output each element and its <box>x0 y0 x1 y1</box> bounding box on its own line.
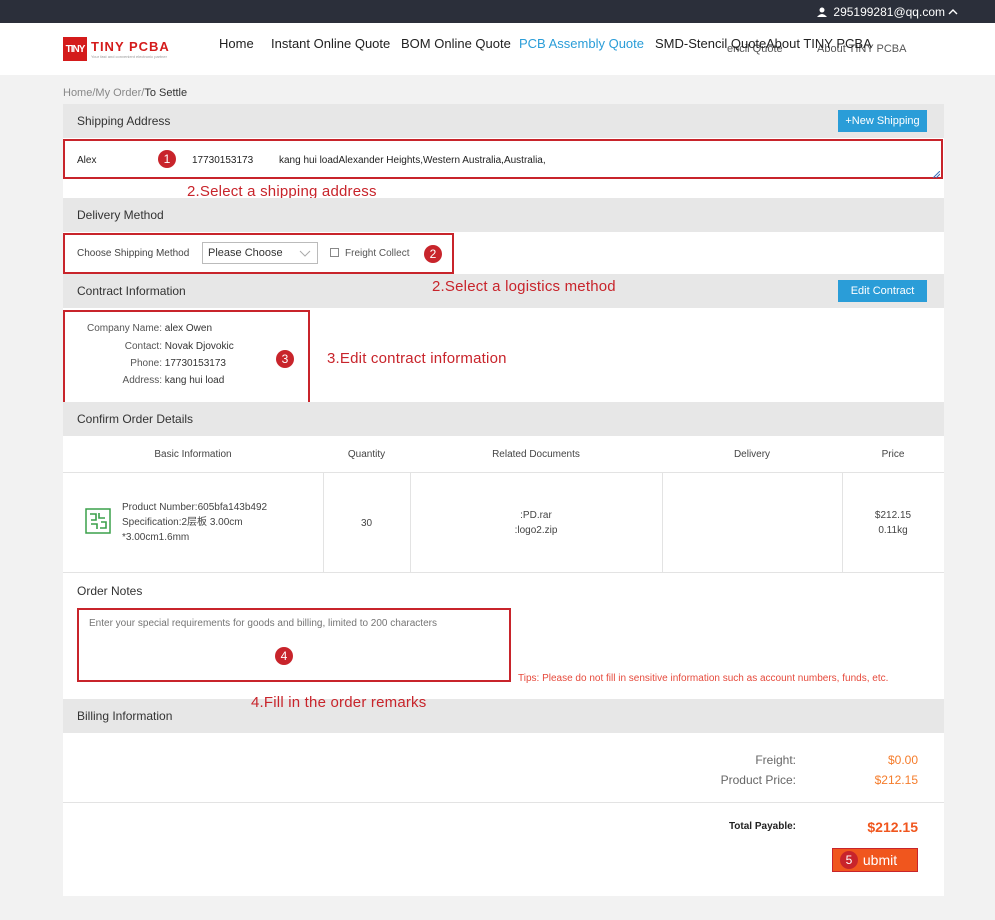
product-number: Product Number:605bfa143b492 <box>122 502 268 513</box>
breadcrumb-my-order[interactable]: My Order <box>95 87 141 99</box>
weight-value: 0.11kg <box>878 525 908 536</box>
freight-value: $0.00 <box>887 753 918 767</box>
total-payable-value: $212.15 <box>867 819 918 835</box>
order-notes-title: Order Notes <box>77 584 143 598</box>
product-quantity: 30 <box>360 518 373 529</box>
user-email: 295199281@qq.com <box>833 5 945 19</box>
shipping-method-value: Please Choose <box>208 247 283 259</box>
total-payable-label: Total Payable: <box>728 821 796 832</box>
shipping-method-select[interactable]: Please Choose <box>202 242 318 264</box>
logo-tagline: Your fast and convenient electronic part… <box>91 54 167 59</box>
shipping-phone: 17730153173 <box>192 155 254 166</box>
logo-mark: TINY <box>63 37 87 61</box>
top-bar: 295199281@qq.com <box>0 0 995 23</box>
breadcrumb-current: To Settle <box>144 87 188 99</box>
col-quantity: Quantity <box>347 449 386 460</box>
step-badge-4: 4 <box>275 647 293 665</box>
delivery-header: Delivery Method <box>63 198 944 232</box>
freight-label: Freight: <box>755 753 796 767</box>
col-delivery: Delivery <box>733 449 771 460</box>
related-documents: :PD.rar :logo2.zip <box>410 508 662 538</box>
order-title: Confirm Order Details <box>77 412 194 426</box>
pcb-board-icon <box>85 508 111 534</box>
contract-title: Contract Information <box>77 284 186 298</box>
contract-phone-row: Phone: 17730153173 <box>130 358 226 369</box>
step-badge-1: 1 <box>158 150 176 168</box>
product-price-label: Product Price: <box>720 773 796 787</box>
freight-collect-checkbox[interactable] <box>330 248 339 257</box>
nav-instant-quote[interactable]: Instant Online Quote <box>271 36 390 51</box>
document-link[interactable]: :PD.rar <box>410 508 662 523</box>
contract-contact-row: Contact: Novak Djovokic <box>124 341 234 352</box>
shipping-title: Shipping Address <box>77 114 171 128</box>
site-header: TINY TINY PCBA Your fast and convenient … <box>0 23 995 75</box>
table-divider <box>63 572 944 573</box>
product-info: Product Number:605bfa143b492 Specificati… <box>122 500 322 545</box>
order-header: Confirm Order Details <box>63 402 944 436</box>
notes-highlight <box>77 608 511 682</box>
notes-annotation: 4.Fill in the order remarks <box>251 694 427 711</box>
product-spec: Specification:2层板 3.00cm <box>122 517 243 528</box>
table-divider <box>662 472 663 572</box>
submit-label: ubmit <box>862 852 898 868</box>
billing-divider <box>63 802 944 803</box>
contract-company-row: Company Name: alex Owen <box>86 323 213 334</box>
user-icon <box>817 7 828 17</box>
document-link[interactable]: :logo2.zip <box>410 523 662 538</box>
new-shipping-button[interactable]: +New Shipping <box>838 110 927 132</box>
freight-collect-label: Freight Collect <box>345 248 410 259</box>
nav-smd-stencil-quote[interactable]: SMD-Stencil Quote <box>655 36 766 51</box>
step-badge-5: 5 <box>840 851 858 869</box>
nav-about[interactable]: About TINY PCBA <box>766 36 872 51</box>
col-price: Price <box>881 449 905 460</box>
contract-address-row: Address: kang hui load <box>122 375 225 386</box>
edit-contract-button[interactable]: Edit Contract <box>838 280 927 302</box>
product-price-value: $212.15 <box>874 773 918 787</box>
product-spec-size: *3.00cm1.6mm <box>122 532 190 543</box>
logo-name: TINY PCBA <box>91 39 170 54</box>
billing-header: Billing Information <box>63 699 944 733</box>
breadcrumb: Home/My Order/To Settle <box>63 87 188 99</box>
price-value: $212.15 <box>874 510 912 521</box>
nav-bom-quote[interactable]: BOM Online Quote <box>401 36 511 51</box>
delivery-annotation: 2.Select a logistics method <box>432 278 616 295</box>
contract-annotation: 3.Edit contract information <box>327 350 507 367</box>
col-basic-info: Basic Information <box>154 449 232 460</box>
nav-pcb-assembly-quote[interactable]: PCB Assembly Quote <box>519 36 644 51</box>
shipping-address: kang hui loadAlexander Heights,Western A… <box>279 155 546 166</box>
step-badge-2: 2 <box>424 245 442 263</box>
chevron-down-icon <box>299 250 311 257</box>
delivery-title: Delivery Method <box>77 208 164 222</box>
col-related-documents: Related Documents <box>492 449 580 460</box>
user-menu[interactable]: 295199281@qq.com <box>817 5 945 19</box>
chevron-up-icon[interactable] <box>947 5 959 19</box>
shipping-header: Shipping Address <box>63 104 944 138</box>
billing-title: Billing Information <box>77 709 173 723</box>
notes-tips: Tips: Please do not fill in sensitive in… <box>518 673 889 684</box>
step-badge-3: 3 <box>276 350 294 368</box>
breadcrumb-home[interactable]: Home <box>63 87 92 99</box>
shipping-name: Alex <box>77 155 97 166</box>
shipping-method-label: Choose Shipping Method <box>77 248 190 259</box>
nav-home[interactable]: Home <box>219 36 254 51</box>
table-divider <box>63 472 944 473</box>
product-price: $212.15 0.11kg <box>842 508 944 538</box>
resize-handle-icon <box>933 171 940 178</box>
logo[interactable]: TINY TINY PCBA Your fast and convenient … <box>63 37 170 61</box>
